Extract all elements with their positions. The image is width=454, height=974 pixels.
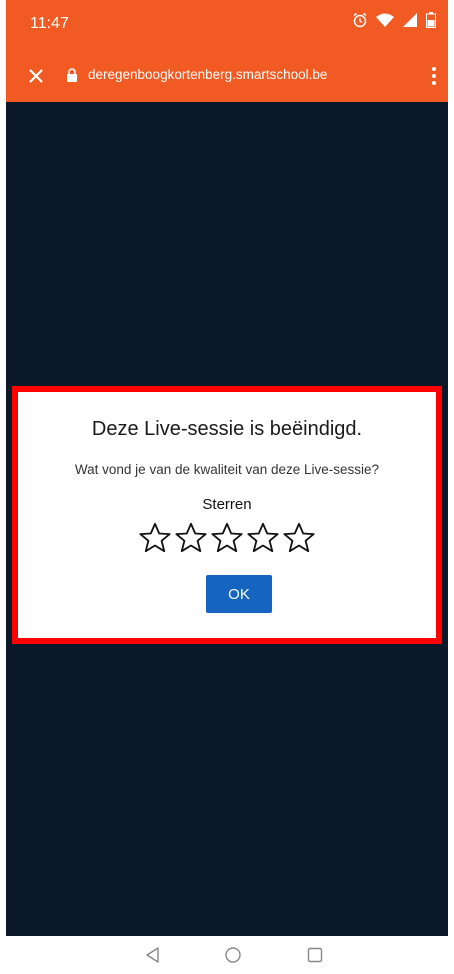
alarm-icon — [353, 12, 367, 28]
dialog-question: Wat vond je van de kwaliteit van deze Li… — [74, 462, 380, 477]
recents-button[interactable] — [302, 942, 328, 968]
menu-dot — [432, 81, 436, 85]
status-icons — [352, 12, 436, 28]
app-frame: 11:47 deregenboogkortenberg.smartschool.… — [6, 0, 448, 974]
menu-dot — [432, 67, 436, 71]
star-rating — [18, 520, 436, 556]
signal-icon — [403, 13, 417, 27]
close-button[interactable] — [22, 62, 50, 90]
page-content: Deze Live-sessie is beëindigd. Wat vond … — [6, 102, 448, 936]
back-button[interactable] — [140, 942, 166, 968]
star-icon[interactable] — [209, 520, 245, 556]
url-text[interactable]: deregenboogkortenberg.smartschool.be — [88, 67, 327, 82]
home-circle-icon — [225, 947, 241, 963]
battery-icon — [426, 12, 436, 28]
status-time: 11:47 — [30, 15, 69, 32]
lock-icon — [67, 68, 77, 82]
home-button[interactable] — [220, 942, 246, 968]
ok-button[interactable]: OK — [206, 575, 272, 613]
star-icon[interactable] — [281, 520, 317, 556]
back-triangle-icon — [146, 947, 159, 963]
navigation-bar — [6, 936, 448, 974]
close-icon — [29, 69, 43, 83]
star-icon[interactable] — [245, 520, 281, 556]
menu-button[interactable] — [426, 62, 442, 90]
star-icon[interactable] — [173, 520, 209, 556]
status-bar: 11:47 — [6, 0, 448, 50]
dialog-title: Deze Live-sessie is beëindigd. — [91, 418, 363, 440]
star-icon[interactable] — [137, 520, 173, 556]
wifi-icon — [376, 13, 394, 27]
session-ended-dialog: Deze Live-sessie is beëindigd. Wat vond … — [18, 392, 436, 638]
url-bar: deregenboogkortenberg.smartschool.be — [6, 50, 448, 102]
stars-label: Sterren — [202, 496, 252, 513]
recents-square-icon — [307, 947, 323, 963]
dialog-highlight-frame: Deze Live-sessie is beëindigd. Wat vond … — [12, 386, 442, 644]
menu-dot — [432, 74, 436, 78]
